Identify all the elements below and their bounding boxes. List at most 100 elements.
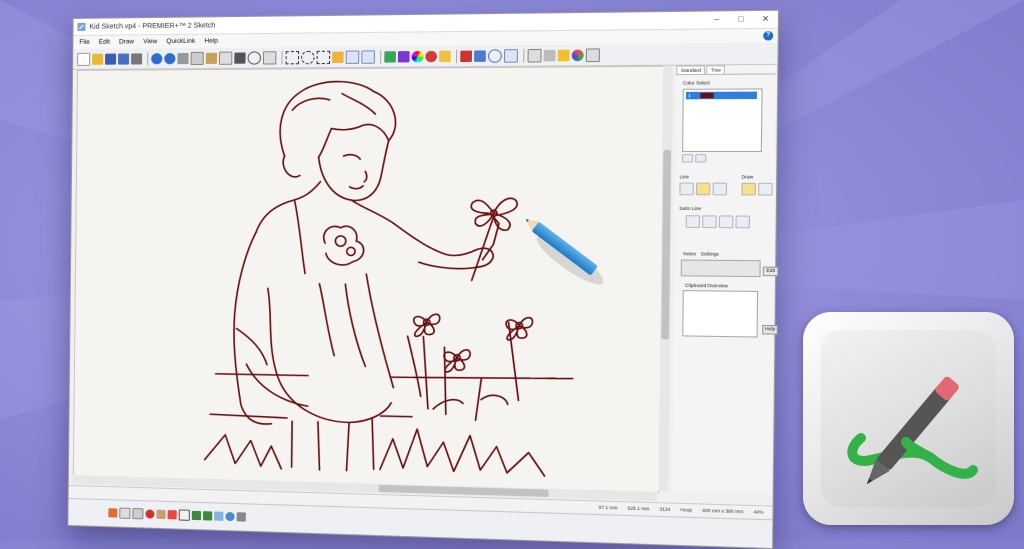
- copy-icon[interactable]: [191, 51, 204, 64]
- vertical-scroll-thumb[interactable]: [661, 150, 671, 339]
- color-row[interactable]: 1: [686, 92, 757, 100]
- zoom-in-icon[interactable]: [192, 511, 201, 520]
- tab-clipboard[interactable]: Clipboard: [685, 283, 706, 289]
- page-icon[interactable]: [119, 508, 130, 519]
- status-hoop: Hoop: [680, 507, 692, 513]
- circle-shape-icon[interactable]: [248, 51, 261, 64]
- freehand-select-icon[interactable]: [301, 50, 315, 63]
- status-hoop-size: 400 mm x 380 mm: [702, 508, 743, 515]
- open-folder-icon[interactable]: [92, 53, 103, 64]
- tab-standard[interactable]: Standard: [676, 65, 705, 74]
- scale-icon[interactable]: [504, 49, 518, 63]
- properties-icon[interactable]: [263, 51, 276, 64]
- color-wheel-icon[interactable]: [412, 50, 424, 61]
- menu-edit[interactable]: Edit: [99, 39, 110, 46]
- maximize-button[interactable]: □: [729, 11, 754, 28]
- pencil-tool-icon[interactable]: [758, 183, 773, 196]
- cross-icon[interactable]: [460, 50, 472, 61]
- color-picker-icon[interactable]: [695, 154, 706, 162]
- toolbar-divider: [380, 50, 381, 63]
- satin-pen-icon-4[interactable]: [735, 216, 750, 229]
- menu-quicklink[interactable]: QuickLink: [166, 38, 195, 45]
- cut-icon[interactable]: [177, 52, 188, 63]
- satin-pen-icon-1[interactable]: [686, 215, 700, 228]
- tab-tree[interactable]: Tree: [706, 65, 725, 74]
- group-icon[interactable]: [332, 51, 344, 62]
- save-as-icon[interactable]: [118, 53, 129, 64]
- tab-overview[interactable]: Overview: [707, 283, 728, 289]
- pencil-icon: [515, 200, 615, 300]
- fill-icon[interactable]: [384, 51, 396, 62]
- eraser-icon[interactable]: [439, 50, 451, 61]
- status-y-coordinate: 525.1 mm: [628, 506, 650, 512]
- color-palette-icon[interactable]: [682, 154, 693, 162]
- chart-icon[interactable]: [572, 49, 584, 61]
- color-select-list[interactable]: 1: [682, 88, 763, 152]
- redo-icon[interactable]: [164, 53, 175, 64]
- image-icon[interactable]: [156, 510, 165, 519]
- view-icon[interactable]: [558, 49, 570, 61]
- color-swatch: [700, 93, 713, 98]
- zoom-out-icon[interactable]: [203, 511, 212, 520]
- help-icon[interactable]: ?: [763, 31, 773, 41]
- satin-pen-icon-2[interactable]: [702, 215, 717, 228]
- menu-help[interactable]: Help: [204, 38, 218, 45]
- move-icon[interactable]: [474, 50, 486, 61]
- color-select-label: Color Select: [683, 80, 710, 85]
- grid-view-icon[interactable]: [132, 508, 143, 519]
- export-icon[interactable]: [586, 48, 600, 62]
- layers-icon[interactable]: [544, 49, 556, 61]
- line-tool-icon[interactable]: [679, 183, 693, 196]
- tab-notes[interactable]: Notes: [683, 251, 696, 256]
- stop-icon[interactable]: [425, 50, 437, 61]
- duplicate-icon[interactable]: [219, 51, 232, 64]
- lasso-icon[interactable]: [317, 50, 331, 63]
- draw-label: Draw: [742, 174, 754, 179]
- paste-icon[interactable]: [206, 52, 217, 63]
- freehand-draw-icon[interactable]: [741, 183, 756, 196]
- rotate-icon[interactable]: [488, 49, 502, 63]
- status-x-coordinate: 97.1 mm: [599, 505, 618, 511]
- line-label: Line: [680, 174, 689, 179]
- toolbar-divider: [456, 49, 457, 62]
- grid-icon[interactable]: [527, 48, 541, 62]
- colors-icon[interactable]: [168, 510, 177, 519]
- close-button[interactable]: ✕: [753, 11, 778, 28]
- stop-sign-icon[interactable]: [145, 509, 154, 518]
- shape-tool-icon[interactable]: [712, 183, 727, 196]
- satin-line-label: Satin Line: [679, 206, 701, 211]
- pen-icon[interactable]: [398, 51, 410, 62]
- minimize-button[interactable]: –: [704, 11, 729, 28]
- menu-draw[interactable]: Draw: [119, 38, 134, 45]
- window-title: Kid Sketch.vp4 - PREMIER+™ 2 Sketch: [89, 22, 215, 30]
- fit-icon[interactable]: [214, 512, 223, 521]
- status-stitch-count: 3134: [659, 506, 670, 512]
- status-zoom[interactable]: 44%: [753, 509, 763, 515]
- arrange-icon[interactable]: [361, 50, 375, 63]
- refresh-icon[interactable]: [225, 512, 234, 521]
- hoop-icon[interactable]: [179, 509, 190, 520]
- color-index: 1: [688, 93, 691, 98]
- select-box-icon[interactable]: [286, 50, 300, 63]
- new-file-icon[interactable]: [77, 52, 90, 65]
- toolbar-divider: [281, 51, 282, 64]
- help-button[interactable]: Help: [762, 325, 778, 335]
- save-icon[interactable]: [105, 53, 116, 64]
- settings-icon[interactable]: [237, 512, 246, 521]
- undo-icon[interactable]: [151, 53, 162, 64]
- satin-pen-icon-3[interactable]: [719, 215, 734, 228]
- print-icon[interactable]: [131, 53, 142, 64]
- curve-tool-icon[interactable]: [696, 183, 711, 196]
- delete-icon[interactable]: [234, 52, 245, 63]
- app-logo-icon: [821, 330, 996, 507]
- menu-view[interactable]: View: [143, 38, 157, 45]
- notes-field[interactable]: [681, 259, 761, 277]
- menu-file[interactable]: File: [79, 39, 90, 46]
- control-panel: Standard Tree Color Select 1 Line Draw S…: [672, 65, 777, 494]
- tab-settings[interactable]: Settings: [701, 251, 719, 256]
- ungroup-icon[interactable]: [346, 50, 360, 63]
- clipboard-area[interactable]: [682, 290, 758, 338]
- edit-button[interactable]: Edit: [763, 267, 779, 277]
- toolbar-divider: [523, 49, 524, 63]
- orange-tool-icon[interactable]: [108, 508, 117, 517]
